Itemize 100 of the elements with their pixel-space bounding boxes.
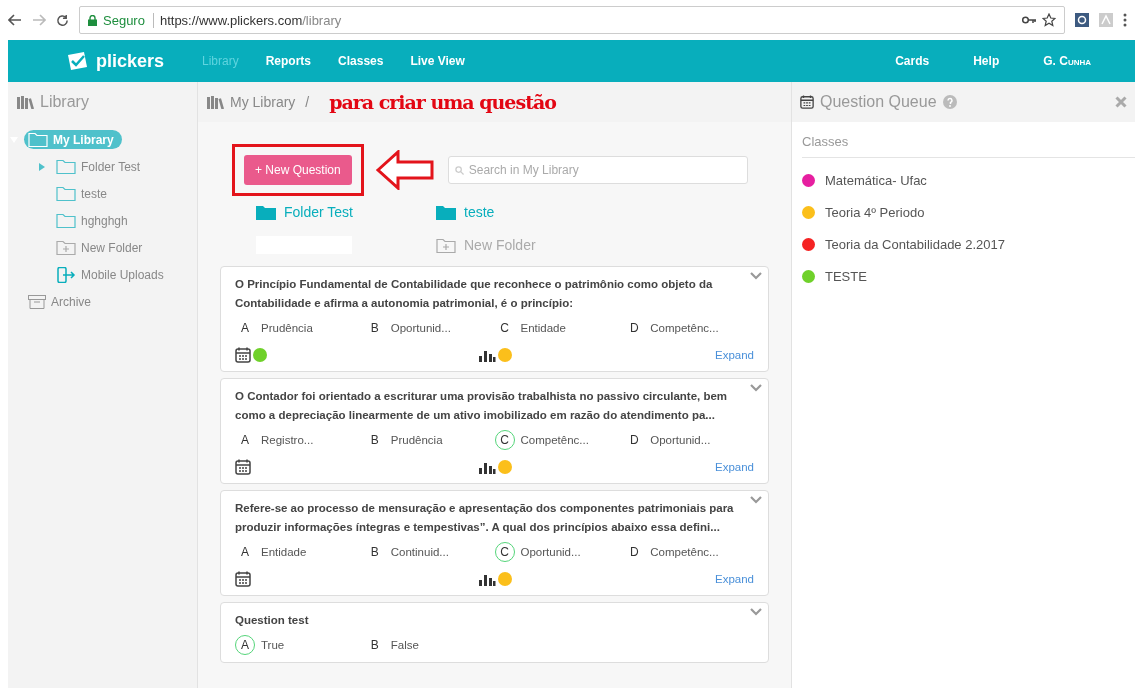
tree-item[interactable]: hghghgh: [52, 211, 136, 230]
calendar-icon: [235, 571, 251, 587]
tree-item[interactable]: Folder Test: [52, 157, 149, 176]
folder-link[interactable]: teste: [436, 204, 616, 220]
search-field[interactable]: Search in My Library: [447, 156, 748, 184]
expand-link[interactable]: Expand: [715, 349, 754, 361]
tree-item[interactable]: teste: [52, 184, 115, 203]
queue-title: Question Queue: [820, 93, 937, 111]
chevron-down-icon[interactable]: [750, 608, 762, 616]
menu-icon[interactable]: [1123, 13, 1127, 27]
answer-letter: A: [240, 544, 250, 561]
address-bar[interactable]: Seguro https://www.plickers.com/library: [79, 6, 1065, 34]
user-name-link[interactable]: G. Cunha: [1043, 54, 1091, 68]
folder-icon: [56, 159, 76, 174]
answer-letter: B: [369, 544, 380, 561]
answer-letter: D: [628, 432, 640, 449]
breadcrumb-separator: /: [304, 94, 310, 110]
answer-text: Competênc...: [520, 434, 589, 446]
security-label: Seguro: [103, 12, 154, 28]
mobile-upload-icon: [56, 266, 76, 283]
close-icon[interactable]: [1115, 96, 1127, 108]
extension-icon[interactable]: [1075, 13, 1089, 27]
answer-text: Prudência: [261, 322, 313, 334]
chevron-down-icon[interactable]: [750, 496, 762, 504]
question-text: Refere-se ao processo de mensuração e apresentação dos componentes patrimoniais para produzir informações íntegras e tempestivas”. A qual dos princípios abaixo essa defini...: [235, 501, 735, 535]
folder-icon: [56, 186, 76, 201]
help-icon[interactable]: [942, 95, 957, 109]
nav-link[interactable]: Live View: [410, 54, 465, 68]
answer-text: Oportunid...: [650, 434, 711, 446]
expand-link[interactable]: Expand: [715, 573, 754, 585]
nav-link[interactable]: Help: [973, 54, 1000, 68]
calendar-icon: [800, 95, 814, 109]
nav-link[interactable]: Classes: [338, 54, 384, 68]
sidebar-title: Library: [40, 93, 89, 111]
nav-link[interactable]: Reports: [265, 54, 312, 68]
bar-chart-icon: [477, 460, 496, 474]
answer-letter: A: [240, 320, 250, 337]
answer-letter: B: [369, 432, 380, 449]
section-heading: Classes: [802, 122, 1135, 158]
reload-icon[interactable]: [56, 13, 69, 27]
class-item[interactable]: Teoria da Contabilidade 2.2017: [792, 228, 1135, 260]
annotation-text: para criar uma questão: [329, 91, 556, 113]
search-icon: [454, 166, 464, 175]
class-item[interactable]: Teoria 4º Periodo: [792, 196, 1135, 228]
bar-chart-icon: [477, 572, 496, 586]
caret-icon[interactable]: [38, 162, 46, 171]
folder-link[interactable]: Folder Test: [256, 204, 436, 220]
answer-text: Prudência: [390, 434, 443, 446]
class-item[interactable]: Matemática- Ufac: [792, 164, 1135, 196]
answer-text: Entidade: [261, 546, 307, 558]
nav-link[interactable]: Cards: [895, 54, 930, 68]
answer-text: True: [261, 639, 285, 651]
breadcrumb-link[interactable]: My Library: [230, 94, 296, 110]
folder-icon: [56, 213, 76, 228]
books-icon: [16, 95, 34, 109]
pointing-arrow-drawing: [375, 150, 436, 190]
folder-icon: [436, 204, 456, 220]
answer-letter: B: [369, 320, 380, 337]
new-question-button[interactable]: + New Question: [244, 155, 352, 185]
new-folder-icon: [436, 237, 456, 253]
bar-chart-icon: [477, 348, 496, 362]
forward-arrow-icon[interactable]: [32, 14, 46, 26]
answer-text: Oportunid...: [520, 546, 581, 558]
archive-box-icon: [28, 294, 46, 309]
chevron-down-icon[interactable]: [750, 272, 762, 280]
lock-icon: [88, 14, 97, 26]
folder-icon: [28, 132, 48, 147]
url-text: https://www.plickers.com/library: [159, 12, 342, 28]
answer-letter: D: [628, 544, 640, 561]
key-icon[interactable]: [1022, 16, 1036, 24]
answer-text: Competênc...: [650, 546, 719, 558]
new-folder-link[interactable]: New Folder: [436, 236, 616, 254]
class-item[interactable]: TESTE: [792, 260, 1135, 292]
answer-text: Registro...: [261, 434, 314, 446]
tree-item[interactable]: My Library: [24, 130, 122, 149]
answer-text: Entidade: [520, 322, 566, 334]
answer-text: False: [390, 639, 419, 651]
books-icon: [206, 95, 224, 109]
tree-item[interactable]: Mobile Uploads: [52, 264, 172, 285]
pdf-extension-icon[interactable]: [1099, 13, 1113, 27]
calendar-icon: [235, 459, 251, 475]
answer-text: Oportunid...: [390, 322, 451, 334]
tree-item[interactable]: New Folder: [52, 238, 151, 257]
calendar-icon: [235, 347, 251, 363]
new-folder-icon: [56, 240, 76, 255]
answer-text: Continuid...: [390, 546, 449, 558]
back-arrow-icon[interactable]: [8, 14, 22, 26]
answer-letter: B: [369, 637, 380, 654]
answer-letter: D: [628, 320, 640, 337]
expand-link[interactable]: Expand: [715, 461, 754, 473]
tree-item[interactable]: Archive: [24, 292, 99, 311]
logo-text: plickers: [96, 50, 165, 72]
chevron-down-icon[interactable]: [750, 384, 762, 392]
question-text: O Contador foi orientado a escriturar uma provisão trabalhista no passivo circulante, bem como a depreciação linearmente de um ativo imobilizado em razão do atendimento pa...: [235, 389, 729, 423]
answer-text: Competênc...: [650, 322, 719, 334]
answer-letter: C: [499, 320, 510, 337]
question-text: O Princípio Fundamental de Contabilidade que reconhece o patrimônio como objeto da Contabilidade e afirma a autonomia patrimonial, é o princípio:: [235, 277, 714, 311]
star-icon[interactable]: [1042, 13, 1056, 27]
checkmark-logo-icon: [66, 51, 90, 71]
question-text: Question test: [235, 613, 310, 628]
